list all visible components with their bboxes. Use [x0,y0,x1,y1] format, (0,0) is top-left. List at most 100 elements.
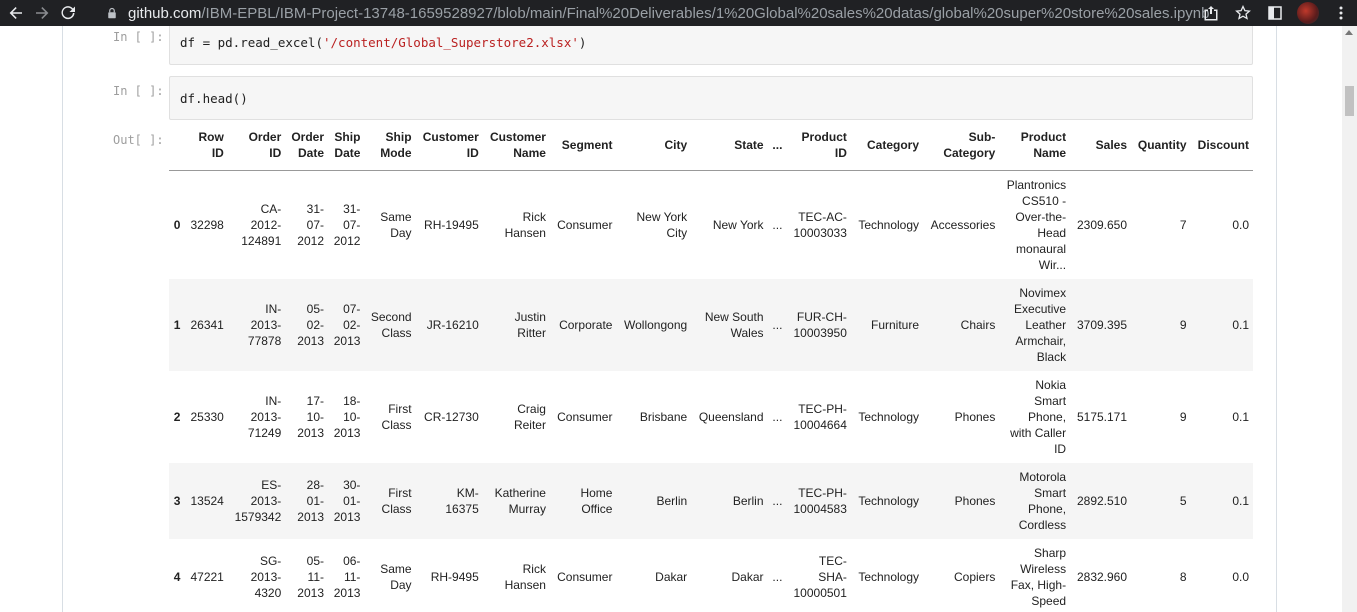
table-cell: 05- 02- 2013 [297,302,324,348]
page-viewport: In [ ]: df = pd.read_excel('/content/Glo… [0,26,1357,612]
table-cell: Chairs [960,318,996,332]
table-cell: 47221 [190,570,224,584]
table-cell: Phones [954,494,996,508]
code-string: '/content/Global_Superstore2.xlsx' [323,35,579,50]
table-cell: 13524 [190,494,224,508]
table-cell: 2309.650 [1076,217,1128,232]
table-cell: 25330 [190,410,224,424]
table-cell: RH-9495 [430,570,479,584]
table-cell: New South Wales [704,310,764,340]
table-cell: Technology [858,217,920,232]
vertical-scrollbar[interactable] [1342,26,1357,612]
row-index: 4 [173,570,181,584]
table-cell: Dakar [655,570,688,584]
profile-avatar[interactable] [1297,2,1319,24]
table-cell: Consumer [557,410,613,424]
row-index: 2 [173,410,181,424]
table-cell: 17- 10- 2013 [297,394,324,440]
column-header: Ship Mode [380,129,412,160]
table-cell: Home Office [580,486,613,516]
table-cell: 2892.510 [1076,494,1128,508]
cell-prompt: In [ ]: [113,30,164,44]
table-cell: Dakar [731,570,764,584]
table-cell: Consumer [557,217,613,232]
table-cell: 05- 11- 2013 [297,554,324,600]
dataframe-table: Row ID Order ID Order Date Ship Date Ship Mode Cus… [169,120,1253,612]
table-cell: Same Day [380,209,412,240]
side-panel-icon[interactable] [1259,0,1291,26]
table-cell: Rick Hansen [504,209,546,240]
table-cell: 06- 11- 2013 [333,554,361,600]
table-row: 2 25330 IN- 2013- 71249 17- 10- 2013 18- 10- 2013 F… [169,371,1253,463]
column-header: Category [867,137,920,152]
table-cell: Nokia Smart Phone, with Caller ID [1010,378,1067,456]
table-cell: Technology [858,494,920,508]
table-cell: ... [772,318,783,332]
table-cell: CA- 2012- 124891 [241,201,282,248]
table-cell: Phones [954,410,996,424]
code-cell-head[interactable]: df.head() [169,76,1253,120]
table-cell: 5175.171 [1076,410,1128,424]
table-cell: Sharp Wireless Fax, High- Speed [1010,546,1067,608]
table-cell: 0.0 [1232,217,1249,232]
table-cell: Novimex Executive Leather Armchair, Black [1014,286,1067,364]
table-cell: 07- 02- 2013 [333,302,361,348]
table-cell: New York City [636,209,688,240]
column-header: Sales [1095,137,1128,152]
forward-arrow-icon[interactable] [29,0,55,26]
share-icon[interactable] [1195,0,1227,26]
back-arrow-icon[interactable] [3,0,29,26]
browser-toolbar: github.com/IBM-EPBL/IBM-Project-13748-16… [0,0,1357,26]
index-header [169,120,184,170]
table-cell: TEC-PH- 10004583 [793,486,847,516]
reload-icon[interactable] [55,0,81,26]
row-index: 1 [173,318,181,332]
column-header: Ship Date [334,129,361,160]
table-row: 4 47221 SG- 2013- 4320 05- 11- 2013 06- 11- 2013 Sa… [169,539,1253,612]
table-row: 1 26341 IN- 2013- 77878 05- 02- 2013 07- 02- 2013 S… [169,279,1253,371]
cell-prompt: In [ ]: [113,84,164,98]
column-header: Customer ID [422,129,479,160]
code-text: df = pd.read_excel( [180,35,323,50]
table-cell: TEC- SHA- 10000501 [793,554,847,600]
column-header: Sub- Category [943,129,996,160]
column-header: Order Date [291,129,324,160]
scroll-up-arrow-icon[interactable] [1345,30,1353,35]
column-header: Row ID [198,129,224,160]
table-cell: RH-19495 [424,217,479,232]
table-cell: ... [772,410,783,424]
table-cell: 7 [1179,217,1187,232]
code-cell-read-excel[interactable]: df = pd.read_excel('/content/Global_Supe… [169,26,1253,65]
table-cell: Technology [858,410,920,424]
table-cell: ... [772,494,783,508]
table-cell: SG- 2013- 4320 [250,554,282,600]
output-prompt: Out[ ]: [113,133,164,147]
column-header: Customer Name [489,129,546,160]
table-cell: First Class [381,402,412,432]
bookmark-star-icon[interactable] [1227,0,1259,26]
table-cell: Wollongong [624,318,688,332]
table-cell: 9 [1179,318,1187,332]
column-header: City [664,137,688,152]
table-cell: 31- 07- 2012 [333,201,361,248]
table-cell: Accessories [930,217,996,232]
lock-icon [104,5,120,21]
column-header: Product Name [1020,129,1067,160]
table-cell: ES- 2013- 1579342 [234,478,282,524]
table-cell: IN- 2013- 71249 [247,394,282,440]
scrollbar-thumb[interactable] [1345,86,1354,116]
column-header: Order ID [248,129,282,160]
table-cell: Justin Ritter [514,310,546,340]
table-cell: Second Class [370,310,412,340]
table-cell: TEC-PH- 10004664 [793,402,847,432]
table-cell: 2832.960 [1076,570,1128,584]
table-cell: Technology [858,570,920,584]
table-row: 0 32298 CA- 2012- 124891 31- 07- 2012 31- 07- 2012… [169,170,1253,279]
address-bar[interactable]: github.com/IBM-EPBL/IBM-Project-13748-16… [104,0,1254,26]
menu-kebab-icon[interactable] [1325,0,1357,26]
table-cell: 0.1 [1232,318,1249,332]
table-cell: ... [772,570,783,584]
table-cell: FUR-CH- 10003950 [793,310,847,340]
table-cell: Motorola Smart Phone, Cordless [1018,470,1067,532]
table-cell: New York [712,217,764,232]
